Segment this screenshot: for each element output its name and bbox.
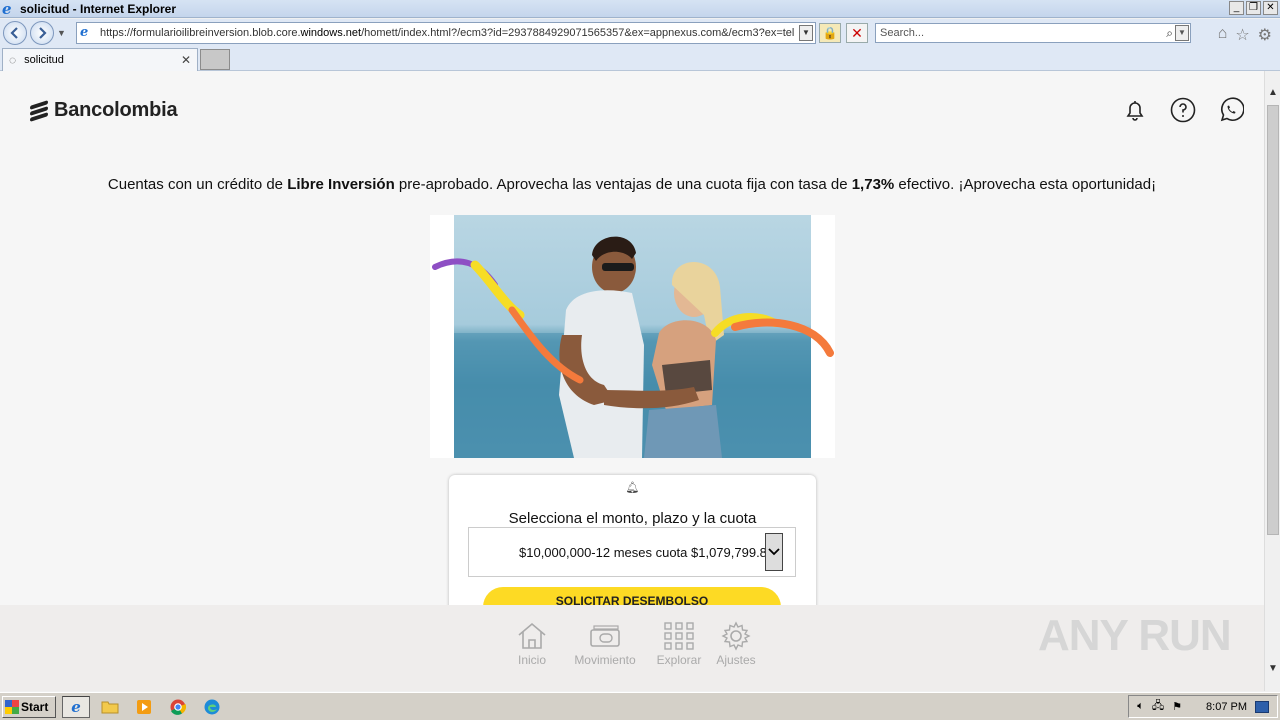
loading-spinner-icon: ◌ bbox=[9, 53, 17, 67]
promo-pre: Cuentas con un crédito de bbox=[107, 176, 288, 193]
gear-icon bbox=[714, 619, 758, 653]
promo-text: Cuentas con un crédito de Libre Inversió… bbox=[0, 176, 1264, 193]
vertical-scrollbar[interactable]: ▲ ▼ bbox=[1264, 71, 1280, 691]
lock-icon[interactable]: 🔒 bbox=[819, 23, 841, 43]
search-box[interactable]: Search... ⌕ ▼ bbox=[875, 23, 1191, 43]
nav-item-ajustes[interactable]: Ajustes bbox=[714, 619, 758, 667]
taskbar-media-player-icon[interactable] bbox=[130, 696, 158, 718]
hero-image bbox=[430, 215, 835, 458]
nav-item-inicio[interactable]: Inicio bbox=[513, 619, 551, 667]
clock[interactable]: 8:07 PM bbox=[1206, 701, 1247, 713]
window-titlebar: e solicitud - Internet Explorer _ ❐ ✕ bbox=[0, 0, 1280, 18]
network-icon[interactable]: 🖧 bbox=[1152, 697, 1164, 716]
whatsapp-icon[interactable] bbox=[1218, 97, 1244, 123]
system-tray: 🔈︎ 🖧 ⚑ 8:07 PM bbox=[1128, 695, 1278, 718]
action-center-flag-icon[interactable]: ⚑ bbox=[1172, 700, 1182, 713]
brand-name: Bancolombia bbox=[54, 99, 178, 121]
bancolombia-logo[interactable]: Bancolombia bbox=[30, 99, 178, 122]
start-label: Start bbox=[21, 699, 49, 714]
anyrun-watermark: ANY RUN bbox=[1038, 611, 1232, 660]
home-icon bbox=[513, 619, 551, 653]
windows-flag-icon bbox=[5, 699, 19, 714]
tools-gear-icon[interactable]: ⚙ bbox=[1258, 25, 1272, 45]
home-toolbar-icon[interactable]: ⌂ bbox=[1218, 25, 1228, 45]
tab-close-icon[interactable]: ✕ bbox=[181, 53, 191, 67]
small-bell-icon: 🔔︎ bbox=[625, 482, 640, 494]
decorative-wave-lines bbox=[432, 258, 834, 384]
notifications-bell-icon[interactable] bbox=[1122, 97, 1148, 123]
bancolombia-mark-icon bbox=[30, 99, 48, 122]
navigation-bar: ▼ e https://formularioilibreinversion.bl… bbox=[0, 19, 1280, 47]
search-dropdown-icon[interactable]: ▼ bbox=[1175, 25, 1189, 41]
window-title: solicitud - Internet Explorer bbox=[20, 1, 177, 16]
back-arrow-icon bbox=[10, 27, 18, 39]
search-input[interactable]: Search... bbox=[880, 27, 1166, 39]
favorites-star-icon[interactable]: ☆ bbox=[1235, 25, 1249, 45]
taskbar-edge-icon[interactable] bbox=[198, 696, 226, 718]
taskbar-ie-icon[interactable]: e bbox=[62, 695, 90, 718]
tab-label: solicitud bbox=[24, 54, 64, 66]
page-favicon-icon: e bbox=[80, 25, 89, 40]
promo-post: efectivo. ¡Aprovecha esta oportunidad¡ bbox=[894, 176, 1157, 193]
nav-label-ajustes: Ajustes bbox=[716, 653, 756, 667]
selected-option[interactable]: $10,000,000-12 meses cuota $1,079,799.8 bbox=[469, 545, 765, 560]
close-window-button[interactable]: ✕ bbox=[1263, 1, 1278, 15]
windows-taskbar: Start e 🔈︎ 🖧 ⚑ 8:07 PM bbox=[0, 692, 1280, 720]
restore-button[interactable]: ❐ bbox=[1246, 1, 1261, 15]
stop-button[interactable]: ✕ bbox=[846, 23, 868, 43]
nav-label-inicio: Inicio bbox=[517, 653, 546, 667]
nav-item-movimiento[interactable]: Movimiento bbox=[569, 619, 641, 667]
grid-icon bbox=[654, 619, 704, 653]
promo-mid: pre-aprobado. Aprovecha las ventajas de … bbox=[394, 176, 852, 193]
scroll-thumb[interactable] bbox=[1267, 105, 1279, 535]
forward-arrow-icon bbox=[39, 27, 47, 39]
address-dropdown-icon[interactable]: ▼ bbox=[799, 25, 813, 41]
forward-button[interactable] bbox=[30, 21, 54, 45]
help-question-icon[interactable] bbox=[1170, 97, 1196, 123]
url-domain: windows.net bbox=[300, 27, 362, 39]
minimize-button[interactable]: _ bbox=[1229, 1, 1244, 15]
amount-term-select[interactable]: $10,000,000-12 meses cuota $1,079,799.8 bbox=[468, 527, 796, 577]
taskbar-chrome-icon[interactable] bbox=[164, 696, 192, 718]
back-button[interactable] bbox=[3, 21, 27, 45]
card-title: Selecciona el monto, plazo y la cuota bbox=[508, 510, 757, 527]
nav-item-explorar[interactable]: Explorar bbox=[654, 619, 704, 667]
url-prefix: https://formularioilibreinversion.blob.c… bbox=[100, 27, 301, 39]
history-dropdown-icon[interactable]: ▼ bbox=[57, 28, 66, 38]
address-bar[interactable]: e https://formularioilibreinversion.blob… bbox=[76, 22, 816, 44]
nav-label-movimiento: Movimiento bbox=[574, 653, 636, 667]
money-icon bbox=[569, 619, 641, 653]
url-text[interactable]: https://formularioilibreinversion.blob.c… bbox=[100, 27, 799, 39]
promo-rate: 1,73% bbox=[851, 176, 895, 193]
search-icon[interactable]: ⌕ bbox=[1166, 26, 1173, 41]
scroll-up-icon[interactable]: ▲ bbox=[1267, 87, 1279, 101]
volume-icon[interactable]: 🔈︎ bbox=[1137, 700, 1144, 713]
new-tab-button[interactable] bbox=[200, 49, 230, 70]
url-suffix: /homett/index.html?/ecm3?id=293788492907… bbox=[361, 27, 795, 39]
page-content: Bancolombia Cuentas con un crédito de Li… bbox=[0, 71, 1264, 691]
tab-solicitud[interactable]: ◌ solicitud ✕ bbox=[2, 48, 198, 71]
start-button[interactable]: Start bbox=[2, 695, 56, 718]
promo-loan-type: Libre Inversión bbox=[287, 176, 395, 193]
select-chevron-down-icon[interactable] bbox=[765, 533, 783, 571]
nav-label-explorar: Explorar bbox=[656, 653, 702, 667]
tab-bar: ◌ solicitud ✕ bbox=[0, 47, 1280, 71]
taskbar-folder-icon[interactable] bbox=[96, 696, 124, 718]
show-desktop-icon[interactable] bbox=[1255, 700, 1269, 713]
scroll-down-icon[interactable]: ▼ bbox=[1267, 663, 1279, 677]
ie-logo-icon: e bbox=[2, 0, 12, 18]
